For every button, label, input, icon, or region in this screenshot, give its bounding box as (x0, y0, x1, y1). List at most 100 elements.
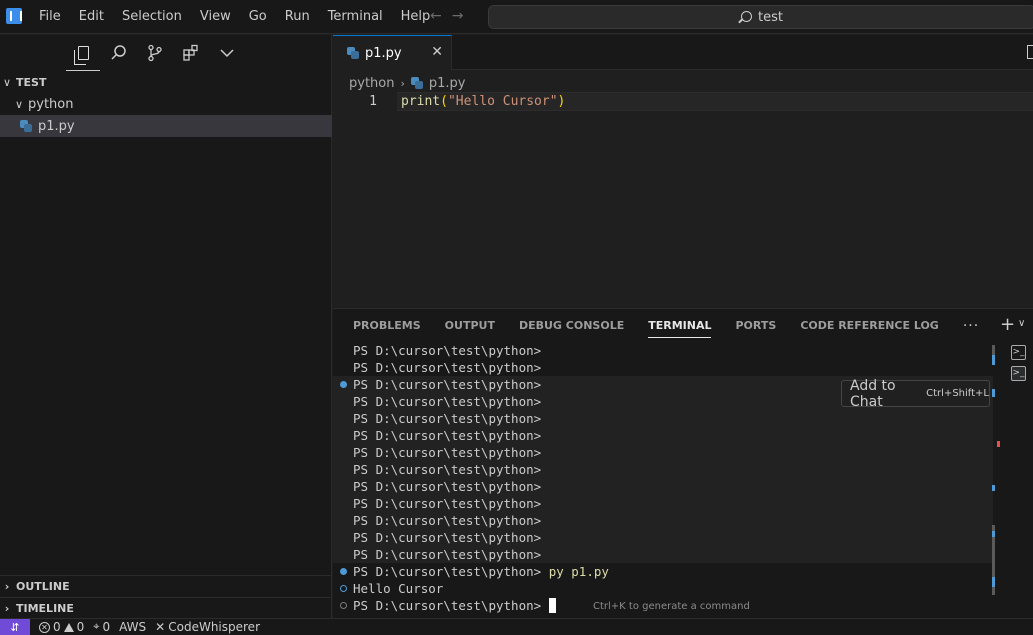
explorer-icon[interactable] (66, 42, 100, 71)
menu-edit[interactable]: Edit (70, 0, 113, 34)
menu-go[interactable]: Go (240, 0, 276, 34)
terminal-line: PS D:\cursor\test\python> (333, 410, 993, 427)
tab-code-reference-log[interactable]: CODE REFERENCE LOG (800, 309, 939, 342)
more-icon[interactable]: ··· (963, 318, 979, 334)
back-arrow-icon[interactable]: ← (430, 8, 442, 24)
terminal-line: PS D:\cursor\test\python> py p1.py (333, 563, 993, 580)
command-center[interactable]: test (488, 5, 1033, 29)
ports-count: 0 (102, 620, 111, 634)
command-decoration-icon[interactable] (340, 381, 347, 388)
source-control-icon[interactable] (144, 42, 166, 64)
command-decoration-icon[interactable] (340, 602, 347, 609)
terminal-line: PS D:\cursor\test\python> (333, 444, 993, 461)
tree-folder-python[interactable]: ∨ python (0, 93, 332, 115)
code-text[interactable]: print("Hello Cursor") (401, 94, 565, 109)
forward-arrow-icon[interactable]: → (452, 8, 464, 24)
menu-bar: File Edit Selection View Go Run Terminal… (30, 0, 439, 34)
tab-label: p1.py (365, 45, 402, 61)
terminal-icon[interactable]: >_ (1011, 366, 1026, 381)
chevron-down-icon: ∨ (14, 97, 24, 111)
code-line[interactable]: 1 print("Hello Cursor") (333, 92, 1033, 111)
terminal-list: >_ >_ (1011, 345, 1029, 381)
codewhisperer-status[interactable]: ✕ CodeWhisperer (155, 620, 260, 634)
sidebar: ∨ TEST ∨ python p1.py › OUTLINE › TIMELI… (0, 35, 332, 618)
status-bar: ⇵ ✕ 0 0 ⌖ 0 AWS ✕ CodeWhisperer (0, 618, 1033, 635)
breadcrumb-folder[interactable]: python (349, 76, 394, 91)
command-decoration-icon[interactable] (340, 585, 347, 592)
app-logo-icon (6, 8, 22, 24)
command-decoration-icon[interactable] (340, 568, 347, 575)
outline-label: OUTLINE (16, 580, 70, 593)
menu-selection[interactable]: Selection (113, 0, 191, 34)
terminal-line: PS D:\cursor\test\python> (333, 478, 993, 495)
breadcrumb: python › p1.py (349, 73, 466, 93)
tab-p1-py[interactable]: p1.py ✕ (333, 35, 452, 70)
code-close-paren: ) (557, 94, 566, 109)
extensions-icon[interactable] (180, 42, 202, 64)
terminal-icon[interactable]: >_ (1011, 345, 1026, 360)
problems-status[interactable]: ✕ 0 0 (39, 620, 84, 634)
run-icon[interactable] (1027, 45, 1033, 59)
search-view-icon[interactable] (108, 42, 130, 64)
panel-tabs: PROBLEMS OUTPUT DEBUG CONSOLE TERMINAL P… (353, 309, 979, 342)
editor-tabstrip: p1.py ✕ (333, 35, 1033, 70)
python-file-icon (20, 120, 32, 132)
chevron-right-icon: › (4, 580, 10, 593)
add-to-chat-tooltip[interactable]: Add to Chat Ctrl+Shift+L (841, 377, 990, 410)
command-center-text: test (758, 9, 783, 25)
terminal-line: PS D:\cursor\test\python> (333, 495, 993, 512)
tab-terminal[interactable]: TERMINAL (648, 309, 712, 342)
terminal-scrollbar[interactable] (992, 345, 1000, 595)
timeline-section[interactable]: › TIMELINE (0, 597, 332, 619)
tree-folder-label: python (28, 96, 74, 112)
chevron-down-icon: ∨ (2, 75, 12, 89)
ports-status[interactable]: ⌖ 0 (93, 620, 110, 634)
tooltip-shortcut: Ctrl+Shift+L (926, 388, 989, 399)
aws-status[interactable]: AWS (119, 620, 146, 634)
tab-ports[interactable]: PORTS (735, 309, 776, 342)
close-icon[interactable]: ✕ (431, 44, 443, 60)
tab-output[interactable]: OUTPUT (445, 309, 495, 342)
menu-terminal[interactable]: Terminal (319, 0, 392, 34)
terminal-cursor (548, 598, 556, 613)
menu-view[interactable]: View (191, 0, 240, 34)
tab-problems[interactable]: PROBLEMS (353, 309, 421, 342)
menu-run[interactable]: Run (276, 0, 319, 34)
new-terminal-icon[interactable]: + (1000, 314, 1015, 335)
bottom-panel: PROBLEMS OUTPUT DEBUG CONSOLE TERMINAL P… (333, 308, 1033, 618)
activity-tabs (66, 35, 238, 71)
terminal-line: Hello Cursor (333, 580, 993, 597)
warning-icon (63, 622, 74, 632)
tree-file-p1[interactable]: p1.py (0, 115, 332, 137)
outline-section[interactable]: › OUTLINE (0, 575, 332, 597)
error-icon: ✕ (39, 621, 50, 633)
codewhisperer-label: CodeWhisperer (168, 620, 260, 634)
chevron-right-icon: › (4, 602, 10, 615)
terminal-line: PS D:\cursor\test\python> (333, 529, 993, 546)
title-bar: File Edit Selection View Go Run Terminal… (0, 0, 1033, 34)
breadcrumb-file[interactable]: p1.py (429, 76, 466, 91)
terminal-hint: Ctrl+K to generate a command (593, 601, 750, 612)
terminal-line: PS D:\cursor\test\python> (333, 461, 993, 478)
chevron-down-icon[interactable] (216, 42, 238, 64)
close-icon: ✕ (155, 620, 166, 634)
tooltip-label: Add to Chat (850, 377, 896, 410)
python-file-icon (410, 77, 423, 89)
tree-root-test[interactable]: ∨ TEST (0, 71, 332, 93)
line-number: 1 (369, 94, 377, 109)
tree-root-label: TEST (16, 75, 47, 89)
chevron-down-icon[interactable]: ∨ (1018, 318, 1025, 329)
terminal-command: py p1.py (548, 564, 609, 579)
ports-icon: ⌖ (93, 620, 100, 633)
file-tree: ∨ TEST ∨ python p1.py (0, 71, 332, 137)
tab-debug-console[interactable]: DEBUG CONSOLE (519, 309, 624, 342)
chevron-right-icon: › (400, 76, 405, 90)
search-icon (741, 10, 753, 22)
code-open-paren: ( (440, 94, 448, 109)
menu-file[interactable]: File (30, 0, 70, 34)
terminal-line: PS D:\cursor\test\python> (353, 360, 542, 375)
remote-icon[interactable]: ⇵ (0, 618, 30, 635)
tree-file-label: p1.py (38, 118, 75, 134)
timeline-label: TIMELINE (16, 602, 74, 615)
code-string: "Hello Cursor" (447, 94, 558, 109)
